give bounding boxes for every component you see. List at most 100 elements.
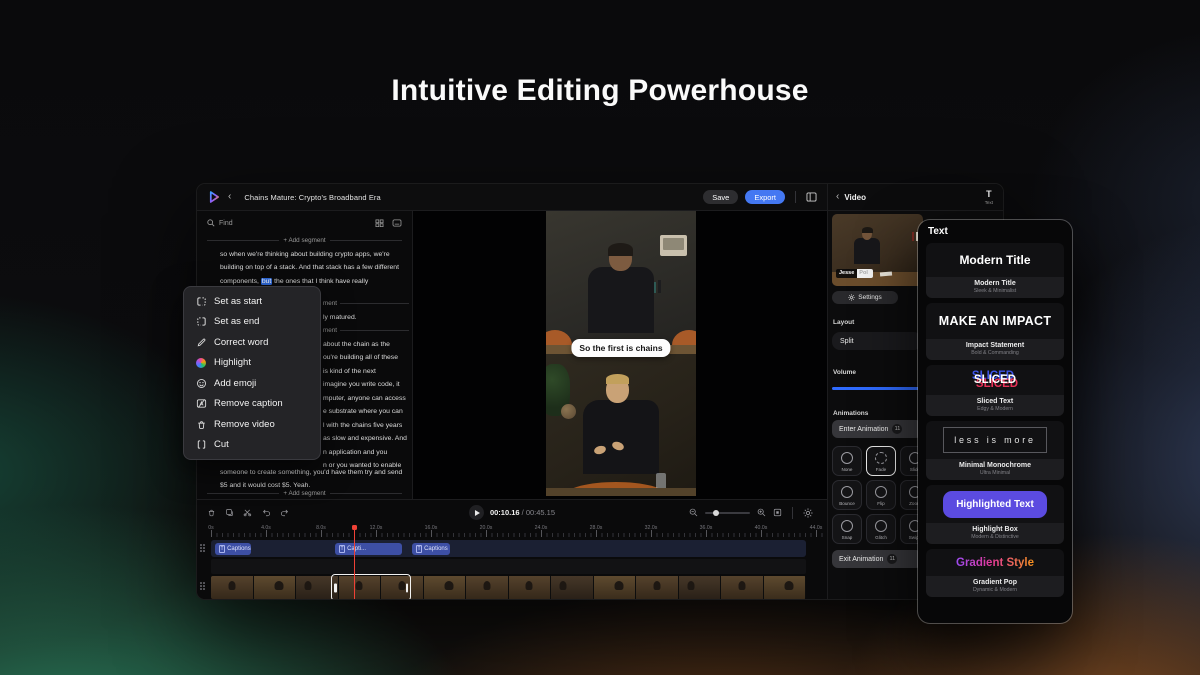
video-frame-thumbnail[interactable] [424,576,467,599]
video-frame-thumbnail[interactable] [211,576,254,599]
find-bar[interactable]: Find [197,215,412,231]
transcript-fragment[interactable]: ou're building all of these [323,351,409,365]
animation-preview-icon [875,520,887,532]
video-frame-thumbnail[interactable] [466,576,509,599]
animation-preview-icon [841,452,853,464]
animation-option-snap[interactable]: Snap [832,514,862,544]
video-track-handle-icon[interactable] [200,582,205,590]
save-button[interactable]: Save [703,190,738,204]
animation-preview-icon [875,452,887,464]
set-start-icon [195,295,207,307]
panel-toggle-icon[interactable] [806,192,817,202]
text-tool-button[interactable]: T Text [985,190,993,205]
cut-scissors-icon[interactable] [243,508,252,517]
zoom-out-icon[interactable] [689,508,698,517]
clip-thumbnail[interactable]: JessePol [832,214,923,286]
transcript-fragment[interactable]: n application and you [323,446,409,460]
timeline[interactable]: 0s4.0s8.0s12.0s16.0s20.0s24.0s28.0s32.0s… [197,525,827,600]
menu-item-correct-word[interactable]: Correct word [184,332,320,353]
caption-segment[interactable]: TCapti... [335,543,402,555]
text-style-card-sliced[interactable]: SLICEDSLICEDSLICEDSliced TextEdgy & Mode… [926,365,1064,416]
text-style-card-highlight[interactable]: Highlighted TextHighlight BoxModern & Di… [926,485,1064,544]
tick-label: 4.0s [261,525,271,531]
transcript-fragment[interactable]: imagine you write code, it [323,378,409,392]
enter-animation-button[interactable]: Enter Animation 11 [832,420,922,438]
exit-animation-button[interactable]: Exit Animation 11 [832,550,922,568]
transcript-fragment[interactable]: about the chain as the [323,338,409,352]
transcript-fragment[interactable]: e substrate where you can [323,405,409,419]
text-style-preview: SLICEDSLICEDSLICED [926,365,1064,395]
menu-item-set-as-start[interactable]: Set as start [184,291,320,312]
caption-segment[interactable]: TCaptions [412,543,450,555]
animation-option-flip[interactable]: Flip [866,480,896,510]
segment-divider-fragment[interactable]: ment [323,297,409,311]
video-frame-thumbnail[interactable] [254,576,297,599]
video-thumbnail-track[interactable] [211,576,806,599]
transcript-tail[interactable]: someone to create something, you'd have … [220,466,404,493]
animation-option-glitch[interactable]: Glitch [866,514,896,544]
undo-icon[interactable] [261,508,271,517]
selected-word[interactable]: but [261,278,272,285]
audio-track[interactable] [211,559,806,574]
animation-option-bounce[interactable]: Bounce [832,480,862,510]
playhead[interactable] [354,525,355,600]
text-style-card-impact[interactable]: MAKE AN IMPACTImpact StatementBold & Com… [926,303,1064,360]
menu-item-cut[interactable]: Cut [184,435,320,456]
add-segment-divider-bottom[interactable]: + Add segment [207,490,402,497]
selected-clip-outline[interactable] [331,574,411,600]
video-frame-thumbnail[interactable] [551,576,594,599]
add-segment-divider[interactable]: + Add segment [207,237,402,244]
view-options-icon[interactable] [375,219,384,227]
video-frame-thumbnail[interactable] [509,576,552,599]
zoom-in-icon[interactable] [757,508,766,517]
transcript-fragment[interactable]: l with the chains five years [323,419,409,433]
caption-overlay[interactable]: So the first is chains [571,339,670,357]
animation-option-label: Fade [867,467,895,472]
text-style-card-minimal[interactable]: less is moreMinimal MonochromeUltra Mini… [926,421,1064,480]
caption-segment[interactable]: TCaptions [215,543,251,555]
video-frame-thumbnail[interactable] [679,576,722,599]
transcript-fragment[interactable]: mputer, anyone can access [323,392,409,406]
menu-item-add-emoji[interactable]: Add emoji [184,373,320,394]
back-chevron-icon[interactable]: ‹ [228,192,231,202]
find-input[interactable]: Find [219,220,233,227]
video-frame-thumbnail[interactable] [764,576,807,599]
video-frame[interactable]: So the first is chains [546,211,696,496]
captions-track-handle-icon[interactable] [200,544,205,552]
text-style-card-gradient[interactable]: Gradient StyleGradient PopDynamic & Mode… [926,549,1064,597]
video-frame-thumbnail[interactable] [721,576,764,599]
menu-item-remove-caption[interactable]: Remove caption [184,394,320,415]
volume-slider[interactable] [832,387,922,390]
layout-select[interactable]: Split [832,332,922,350]
captions-view-icon[interactable] [392,219,402,227]
menu-item-label: Set as end [214,316,259,327]
transcript-fragment[interactable]: as slow and expensive. And [323,432,409,446]
window-topbar: ‹ Chains Mature: Crypto's Broadband Era … [197,184,827,211]
menu-item-remove-video[interactable]: Remove video [184,414,320,435]
menu-item-highlight[interactable]: Highlight [184,353,320,374]
animation-option-fade[interactable]: Fade [866,446,896,476]
duplicate-icon[interactable] [225,508,234,517]
export-button[interactable]: Export [745,190,785,204]
fit-timeline-icon[interactable] [773,508,782,517]
gear-icon [848,294,855,301]
play-button[interactable] [469,505,484,520]
transcript-fragment[interactable]: ly matured. [323,311,409,325]
video-frame-thumbnail[interactable] [594,576,637,599]
animation-option-none[interactable]: None [832,446,862,476]
timeline-ruler[interactable]: 0s4.0s8.0s12.0s16.0s20.0s24.0s28.0s32.0s… [197,525,827,537]
menu-item-set-as-end[interactable]: Set as end [184,312,320,333]
tick-label: 24.0s [535,525,548,531]
timeline-zoom-slider[interactable] [705,512,750,514]
settings-button[interactable]: Settings [832,291,898,304]
segment-divider-fragment[interactable]: ment [323,324,409,338]
inspector-back-chevron-icon[interactable]: ‹ [836,192,839,202]
timeline-settings-gear-icon[interactable] [803,508,813,518]
redo-icon[interactable] [280,508,290,517]
delete-icon[interactable] [207,508,216,517]
text-style-card-modern[interactable]: Modern TitleModern TitleSleek & Minimali… [926,243,1064,298]
inspector-title: Video [844,193,866,202]
captions-track[interactable]: TCaptions TCapti... TCaptions [211,540,806,557]
transcript-fragment[interactable]: is kind of the next [323,365,409,379]
video-frame-thumbnail[interactable] [636,576,679,599]
